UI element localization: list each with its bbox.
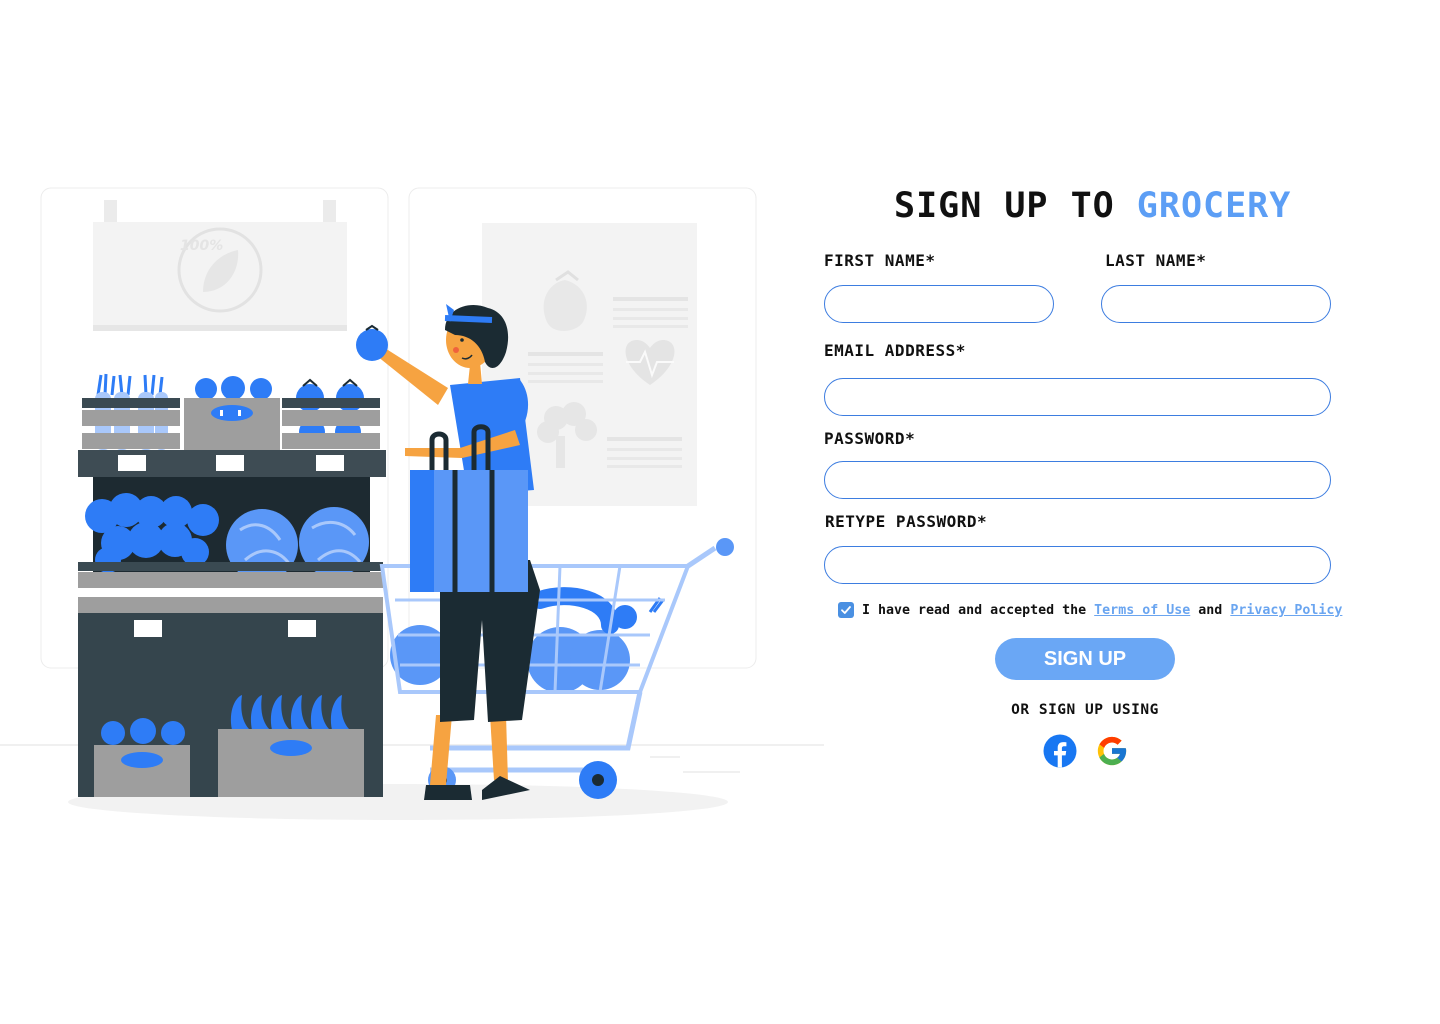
- poster-badge-text: 100%: [180, 238, 223, 254]
- password-label: PASSWORD*: [824, 429, 916, 448]
- facebook-icon: [1043, 734, 1077, 768]
- retype-password-label: RETYPE PASSWORD*: [825, 512, 988, 531]
- title-prefix: SIGN UP TO: [894, 186, 1115, 226]
- or-sign-up-using-text: OR SIGN UP USING: [1011, 702, 1159, 718]
- last-name-label: LAST NAME*: [1105, 251, 1207, 270]
- title-brand: GROCERY: [1136, 186, 1292, 226]
- page-title: SIGN UP TO GROCERY: [894, 186, 1291, 226]
- email-label: EMAIL ADDRESS*: [824, 341, 966, 360]
- terms-text-2: and: [1198, 602, 1223, 618]
- password-input[interactable]: [824, 461, 1331, 499]
- last-name-input[interactable]: [1101, 285, 1331, 323]
- terms-row: I have read and accepted the Terms of Us…: [838, 600, 1342, 620]
- check-icon: [841, 606, 851, 614]
- google-login-button[interactable]: [1095, 734, 1129, 768]
- terms-text-1: I have read and accepted the: [862, 602, 1087, 618]
- facebook-login-button[interactable]: [1043, 734, 1077, 768]
- produce-shelf: [78, 373, 386, 797]
- apple-crate: [184, 376, 280, 450]
- terms-of-use-link[interactable]: Terms of Use: [1094, 603, 1190, 618]
- first-name-input[interactable]: [824, 285, 1054, 323]
- privacy-policy-link[interactable]: Privacy Policy: [1230, 603, 1342, 618]
- google-icon: [1097, 736, 1127, 766]
- grocery-illustration: 100%: [0, 180, 824, 840]
- email-input[interactable]: [824, 378, 1331, 416]
- terms-checkbox[interactable]: [838, 602, 854, 618]
- sign-up-button[interactable]: SIGN UP: [995, 638, 1175, 680]
- first-name-label: FIRST NAME*: [824, 251, 936, 270]
- retype-password-input[interactable]: [824, 546, 1331, 584]
